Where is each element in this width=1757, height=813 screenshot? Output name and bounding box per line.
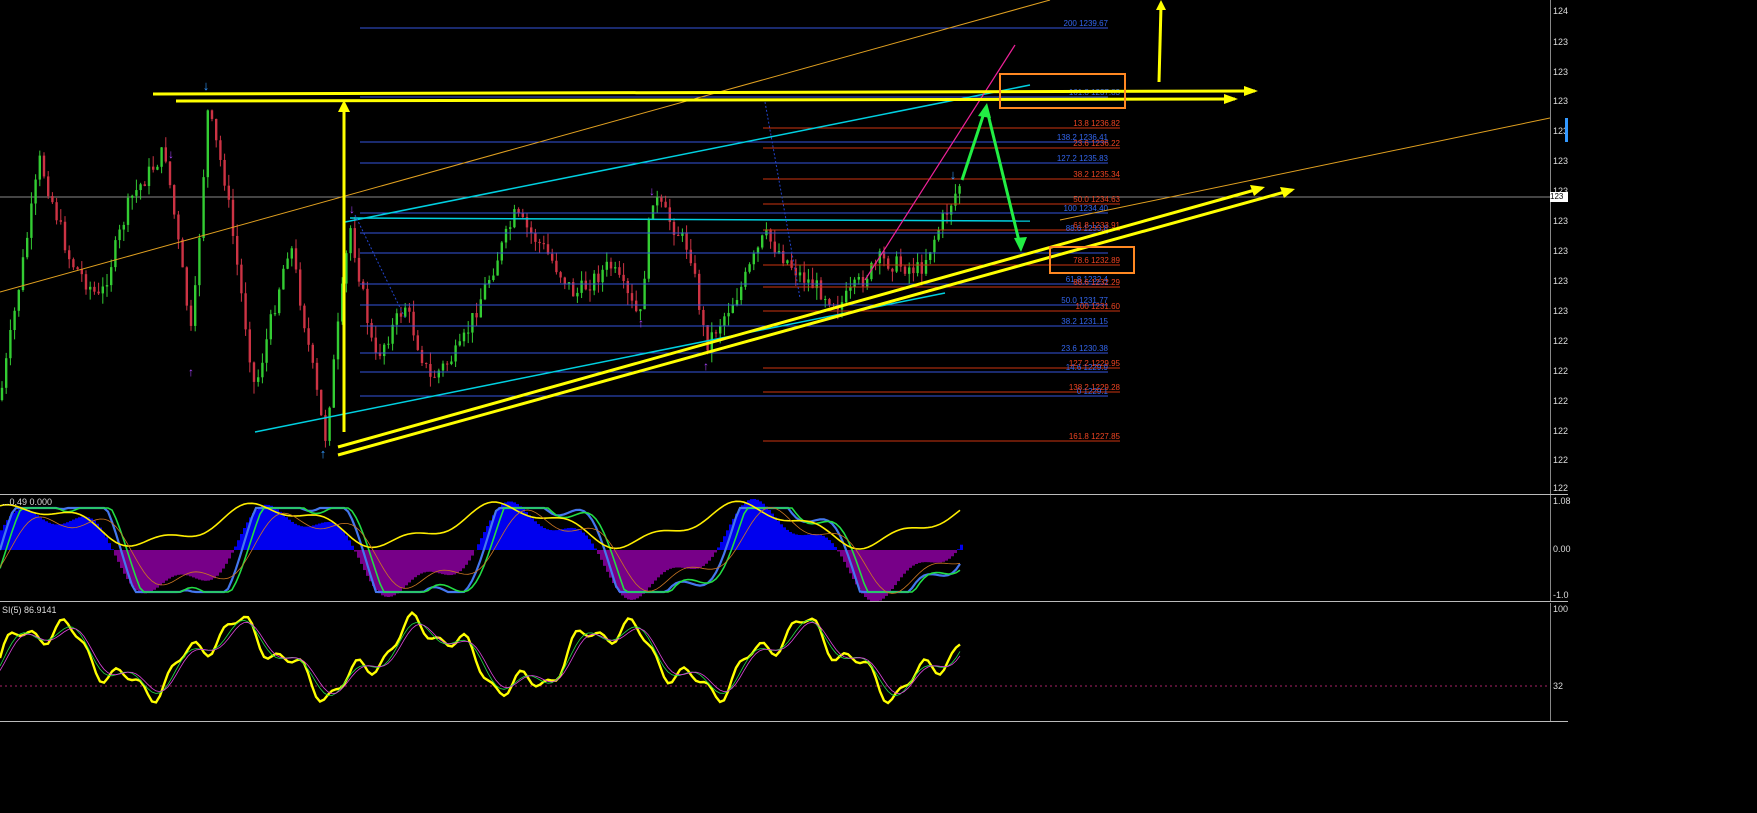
price-axis[interactable]: 124 123 123 123 123 123 123 123 123 123 … <box>1550 0 1569 494</box>
fib-label: 50.0 1234.63 <box>1073 195 1120 204</box>
time-axis[interactable] <box>0 722 1568 726</box>
osc-tick: 1.08 <box>1553 496 1571 506</box>
svg-text:↑: ↑ <box>703 359 709 373</box>
green-projection-down <box>985 109 1022 246</box>
panel-divider[interactable] <box>0 601 1568 602</box>
fib-label: 200 1239.67 <box>1064 19 1109 28</box>
price-tick: 123 <box>1553 156 1569 166</box>
orange-trendline-upper[interactable] <box>0 0 1051 293</box>
price-tick: 122 <box>1553 366 1569 376</box>
svg-text:↑: ↑ <box>188 365 194 379</box>
osc-tick: 32 <box>1553 681 1564 691</box>
candlesticks <box>0 109 961 448</box>
svg-text:↓: ↓ <box>649 184 655 198</box>
price-tick: 123 <box>1553 67 1569 77</box>
yellow-up-arrow <box>1157 5 1163 83</box>
oscillator2-axis: 100 32 <box>1550 603 1569 721</box>
green-projection-up <box>960 109 987 181</box>
oscillator2-canvas <box>0 611 1550 705</box>
fib-label: 78.6 1232.89 <box>1073 256 1120 265</box>
oscillator2-panel[interactable]: SI(5) 86.9141 <box>0 603 1550 721</box>
price-tick: 123 <box>1553 306 1569 316</box>
arrowhead <box>1156 0 1166 10</box>
oscillator1-label: ...0.49 0.000 <box>2 497 53 507</box>
cyan-horizontal-line[interactable] <box>349 217 1031 222</box>
svg-text:↓: ↓ <box>203 78 210 93</box>
price-tick: 122 <box>1553 455 1569 465</box>
price-chart-panel[interactable]: 200 1239.67 161.8 1237.83 138.2 1236.41 … <box>0 0 1550 494</box>
price-tick: 124 <box>1553 6 1569 16</box>
yellow-resistance-line-2[interactable] <box>175 97 1236 103</box>
arrowhead <box>1250 185 1265 196</box>
arrowhead <box>1014 237 1027 252</box>
orange-trendline-lower[interactable] <box>1059 117 1550 221</box>
price-tick: 122 <box>1553 426 1569 436</box>
price-tick: 123 <box>1553 276 1569 286</box>
svg-text:↓: ↓ <box>950 167 957 182</box>
price-tick: 122 <box>1553 483 1569 493</box>
osc-tick: 0.00 <box>1553 544 1571 554</box>
scroll-marker[interactable] <box>1565 118 1568 142</box>
oscillator2-label: SI(5) 86.9141 <box>2 605 57 615</box>
fib-label: 23.6 1230.38 <box>1061 344 1108 353</box>
current-price-tag: 123 <box>1550 192 1568 202</box>
svg-text:↓: ↓ <box>168 147 174 161</box>
osc-tick: 100 <box>1553 604 1569 614</box>
fib-label: 88.6 1232.29 <box>1073 278 1120 287</box>
fib-label: 23.6 1236.22 <box>1073 139 1120 148</box>
fib-label: 38.2 1231.15 <box>1061 317 1108 326</box>
price-chart-canvas[interactable]: 200 1239.67 161.8 1237.83 138.2 1236.41 … <box>0 0 1550 494</box>
oscillator1-axis: 1.08 0.00 -1.0 <box>1550 495 1571 601</box>
arrowhead <box>1224 94 1238 104</box>
price-tick: 122 <box>1553 336 1569 346</box>
svg-text:↓: ↓ <box>349 202 355 216</box>
svg-text:↑: ↑ <box>320 446 327 461</box>
oscillator1-panel[interactable]: ...0.49 0.000 <box>0 495 1550 601</box>
cyan-trendline-upper[interactable] <box>344 84 1031 223</box>
fib-label: 127.2 1235.83 <box>1057 154 1109 163</box>
price-tick: 123 <box>1553 246 1569 256</box>
blue-dotted-line <box>354 214 406 319</box>
oscillator1-canvas <box>0 498 963 601</box>
fib-label: 138.2 1229.28 <box>1069 383 1121 392</box>
fib-label: 38.2 1235.34 <box>1073 170 1120 179</box>
fib-label: 13.8 1236.82 <box>1073 119 1120 128</box>
price-tick: 123 <box>1553 37 1569 47</box>
arrowhead <box>1244 86 1258 96</box>
fib-label: 161.8 1227.85 <box>1069 432 1121 441</box>
fib-label: 100 1231.60 <box>1076 302 1121 311</box>
fib-label: 127.2 1229.95 <box>1069 359 1121 368</box>
svg-text:↑: ↑ <box>638 316 644 330</box>
price-tick: 123 <box>1553 216 1569 226</box>
price-tick: 122 <box>1553 396 1569 406</box>
osc-tick: -1.0 <box>1553 590 1569 600</box>
arrowhead <box>1280 187 1295 198</box>
price-tick: 123 <box>1553 96 1569 106</box>
